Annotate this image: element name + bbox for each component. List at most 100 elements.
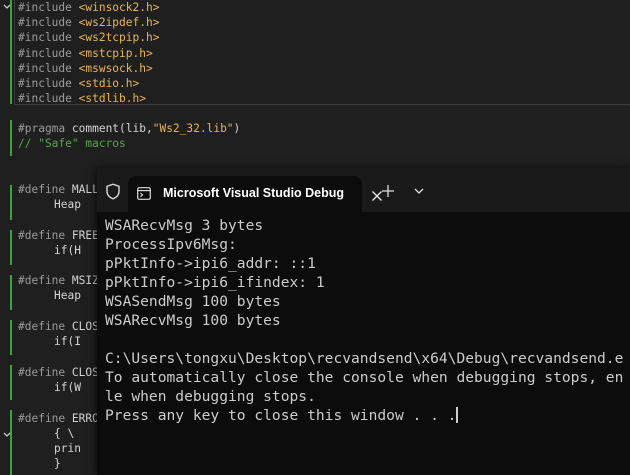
change-indicator-bar — [10, 120, 12, 156]
include-path: <ws2ipdef.h> — [71, 16, 160, 30]
macro-body: prin — [54, 442, 81, 455]
console-line-text: pPktInfo->ipi6_ifindex: 1 — [105, 274, 325, 291]
preprocessor-keyword: #define — [18, 183, 66, 196]
macro-body: Heap — [54, 198, 81, 211]
macro-body: { \ — [54, 427, 75, 440]
code-line[interactable]: if(H — [54, 243, 81, 258]
console-line-text: WSASendMsg 100 bytes — [105, 293, 281, 310]
console-line-text: To automatically close the console when … — [105, 369, 624, 386]
console-line: WSASendMsg 100 bytes — [105, 292, 630, 311]
macro-name: CLOS — [65, 320, 99, 333]
macro-body: if(H — [54, 244, 81, 257]
code-line[interactable]: #define FREE — [18, 228, 99, 243]
terminal-tab-strip: Microsoft Visual Studio Debug — [97, 168, 630, 212]
macro-body: } — [54, 457, 61, 470]
code-line[interactable]: #include <mswsock.h> — [18, 61, 153, 76]
shield-icon[interactable] — [105, 183, 121, 200]
code-line[interactable]: #define MALL — [18, 182, 99, 197]
code-line[interactable]: #define MSIZ — [18, 273, 99, 288]
preprocessor-keyword: #include — [18, 16, 72, 30]
preprocessor-keyword: #define — [18, 320, 66, 333]
change-indicator-bar — [10, 410, 12, 475]
preprocessor-keyword: #define — [18, 274, 66, 287]
console-line-text: WSARecvMsg 100 bytes — [105, 312, 281, 329]
include-path: <mstcpip.h> — [71, 46, 153, 60]
preprocessor-keyword: #define — [18, 229, 66, 242]
macro-name: MALL — [65, 183, 99, 196]
console-line-text: Press any key to close this window . . . — [105, 407, 457, 424]
console-line: pPktInfo->ipi6_ifindex: 1 — [105, 273, 630, 292]
code-line[interactable]: if(I — [54, 334, 81, 349]
change-indicator-bar — [10, 320, 12, 355]
code-line[interactable]: Heap — [54, 288, 81, 303]
include-path: <ws2tcpip.h> — [71, 31, 160, 45]
code-line[interactable]: #define ERRO — [18, 411, 99, 426]
macro-body: if(I — [54, 335, 81, 348]
include-path: <mswsock.h> — [71, 61, 153, 75]
change-indicator-bar — [10, 230, 12, 265]
tab-title: Microsoft Visual Studio Debug — [163, 186, 345, 200]
macro-name: ERRO — [65, 412, 99, 425]
preprocessor-keyword: #include — [18, 77, 72, 90]
preprocessor-keyword: #pragma — [18, 122, 66, 135]
macro-name: CLOS — [65, 366, 99, 379]
change-indicator-bar — [10, 185, 12, 220]
fold-chevron-down-icon[interactable] — [2, 430, 12, 440]
console-line: To automatically close the console when … — [105, 368, 630, 387]
chevron-down-icon[interactable] — [413, 186, 425, 196]
code-line[interactable]: if(W — [54, 380, 81, 395]
console-output[interactable]: WSARecvMsg 3 bytes ProcessIpv6Msg: pPktInf… — [105, 216, 630, 475]
console-line-text: C:\Users\tongxu\Desktop\recvandsend\x64\… — [105, 350, 624, 367]
preprocessor-keyword: #include — [18, 92, 72, 106]
code-comment: // "Safe" macros — [18, 137, 126, 150]
pragma-text: ) — [233, 122, 241, 135]
macro-body: Heap — [54, 289, 81, 302]
console-line: Press any key to close this window . . . — [105, 406, 630, 425]
debug-console-window[interactable]: Microsoft Visual Studio Debug WSARecvMsg… — [97, 168, 630, 475]
macro-body: if(W — [54, 381, 81, 394]
code-line[interactable]: #pragma comment(lib,"Ws2_32.lib") — [18, 121, 240, 136]
string-literal: "Ws2_32.lib" — [152, 122, 234, 135]
console-line: ProcessIpv6Msg: — [105, 235, 630, 254]
code-line[interactable]: } — [54, 456, 61, 471]
plus-icon[interactable] — [381, 184, 395, 198]
code-line[interactable]: #include <stdlib.h> — [18, 91, 146, 106]
console-line: le when debugging stops. — [105, 387, 630, 406]
code-line[interactable]: #include <ws2tcpip.h> — [18, 30, 159, 45]
preprocessor-keyword: #include — [18, 31, 72, 45]
console-line: WSARecvMsg 3 bytes — [105, 216, 630, 235]
include-path: <stdlib.h> — [71, 92, 146, 106]
console-line-text: ProcessIpv6Msg: — [105, 236, 237, 253]
change-indicator-bar — [10, 0, 12, 104]
macro-name: FREE — [65, 229, 99, 242]
code-line[interactable]: #include <winsock2.h> — [18, 0, 159, 15]
code-line[interactable]: Heap — [54, 197, 81, 212]
fold-chevron-down-icon[interactable] — [2, 2, 12, 12]
macro-name: MSIZ — [65, 274, 99, 287]
preprocessor-keyword: #define — [18, 366, 66, 379]
console-line: WSARecvMsg 100 bytes — [105, 311, 630, 330]
preprocessor-keyword: #include — [18, 61, 72, 75]
change-indicator-bar — [10, 365, 12, 400]
code-line[interactable]: // "Safe" macros — [18, 136, 126, 151]
console-line-text: WSARecvMsg 3 bytes — [105, 217, 264, 234]
code-line[interactable]: #define CLOS — [18, 319, 99, 334]
code-line[interactable]: #define CLOS — [18, 365, 99, 380]
preprocessor-keyword: #define — [18, 412, 66, 425]
preprocessor-keyword: #include — [18, 1, 72, 14]
code-line[interactable]: #include <stdio.h> — [18, 76, 139, 91]
console-line-text: le when debugging stops. — [105, 388, 316, 405]
include-path: <stdio.h> — [71, 77, 140, 90]
console-line-text: pPktInfo->ipi6_addr: ::1 — [105, 255, 316, 272]
change-indicator-bar — [10, 275, 12, 310]
code-line[interactable]: #include <ws2ipdef.h> — [18, 15, 159, 30]
code-line[interactable]: prin — [54, 441, 81, 456]
code-line[interactable]: { \ — [54, 426, 74, 441]
code-line[interactable]: #include <mstcpip.h> — [18, 46, 153, 61]
include-path: <winsock2.h> — [71, 1, 160, 14]
console-app-icon — [137, 187, 151, 200]
tab-debug-console[interactable]: Microsoft Visual Studio Debug — [128, 176, 382, 212]
preprocessor-keyword: #include — [18, 46, 72, 60]
pragma-text: comment(lib, — [65, 122, 153, 135]
